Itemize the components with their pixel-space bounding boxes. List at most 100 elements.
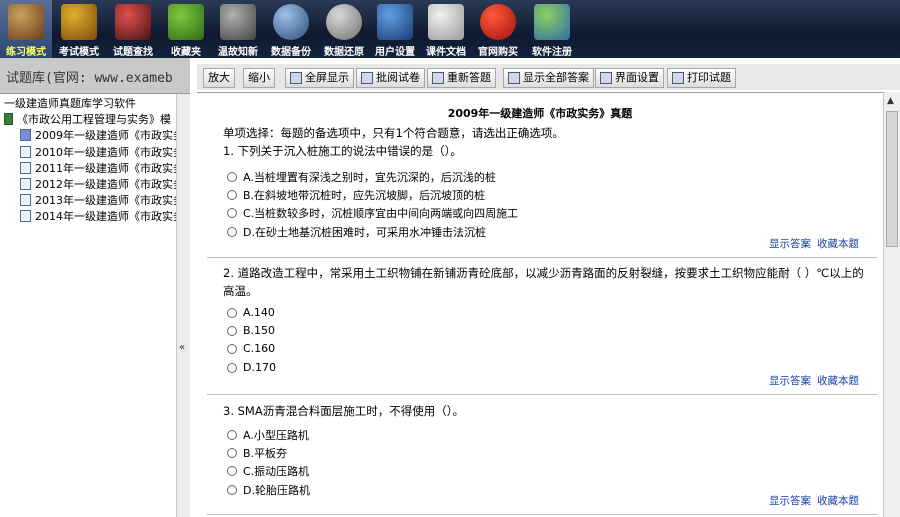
question-divider [207,394,877,395]
option-radio[interactable] [227,190,237,200]
restore-arrows-icon [326,4,362,40]
show-answer-link[interactable]: 显示答案 [769,375,811,387]
answer-option[interactable]: D.170 [227,361,276,374]
answer-option[interactable]: A.当桩埋置有深浅之别时，宜先沉深的，后沉浅的桩 [227,169,496,185]
exam-folder-icon [61,4,97,40]
scrollbar-thumb[interactable] [886,111,898,247]
question-bank-panel: 试题库(官网: www.exameb 一级建造师真题库学习软件《市政公用工程管理… [0,58,190,517]
toolbar-10-button[interactable]: 官网购买 [472,0,524,58]
document-icon [20,210,31,223]
option-radio[interactable] [227,362,237,373]
answer-option[interactable]: A.140 [227,306,275,319]
answer-option[interactable]: C.振动压路机 [227,463,309,479]
option-label: D.170 [243,361,276,374]
tree-item[interactable]: 2011年一级建造师《市政实务 [20,161,176,177]
fullscreen-icon [290,72,302,84]
toolbar-label: 软件注册 [532,47,572,58]
toolbar-11-button[interactable]: 软件注册 [524,0,580,58]
option-radio[interactable] [227,208,237,218]
toolbar-8-button[interactable]: 用户设置 [370,0,420,58]
show-answer-link[interactable]: 显示答案 [769,495,811,507]
favorite-question-link[interactable]: 收藏本题 [817,238,859,250]
question-text: 1. 下列关于沉入桩施工的说法中错误的是（）。 [223,144,462,158]
question-actions: 显示答案 收藏本题 [769,236,865,251]
exam-instructions: 单项选择：每题的备选项中，只有1个符合题意，请选出正确选项。 [223,126,564,140]
option-label: A.140 [243,306,275,319]
zoom-in-button[interactable]: 放大 [203,68,235,88]
option-radio[interactable] [227,485,237,495]
toolbar-5-button[interactable]: 温故知新 [212,0,264,58]
option-label: D.轮胎压路机 [243,484,310,497]
ui-settings-button[interactable]: 界面设置 [595,68,664,88]
question-text: 2. 道路改造工程中，常采用土工织物铺在新铺沥青砼底部，以减少沥青路面的反射裂缝… [223,266,864,280]
grade-icon [361,72,373,84]
tree-item[interactable]: 2014年一级建造师《市政实务 [20,209,176,225]
redo-answers-button[interactable]: 重新答题 [427,68,496,88]
show-answer-link[interactable]: 显示答案 [769,238,811,250]
tree-item[interactable]: 2012年一级建造师《市政实务 [20,177,176,193]
question-divider [207,514,877,515]
scroll-up-icon[interactable]: ▲ [887,96,894,106]
toolbar-4-button[interactable]: 收藏夹 [160,0,212,58]
option-radio[interactable] [227,466,237,476]
panel-splitter[interactable]: « [179,58,187,517]
question-text: 3. SMA沥青混合料面层施工时，不得使用（）。 [223,404,464,418]
favorite-question-link[interactable]: 收藏本题 [817,495,859,507]
grade-exam-button[interactable]: 批阅试卷 [356,68,425,88]
favorite-question-link[interactable]: 收藏本题 [817,375,859,387]
answer-option[interactable]: C.160 [227,342,275,355]
answer-option[interactable]: A.小型压路机 [227,427,309,443]
option-radio[interactable] [227,448,237,458]
tree-label: 2009年一级建造师《市政实务 [35,129,176,143]
show-all-answers-button[interactable]: 显示全部答案 [503,68,594,88]
toolbar-2-button[interactable]: 考试模式 [52,0,106,58]
tree-label: 一级建造师真题库学习软件 [4,97,136,110]
answer-option[interactable]: C.当桩数较多时，沉桩顺序宜由中间向两端或向四周施工 [227,205,518,221]
tree-item[interactable]: 2009年一级建造师《市政实务 [20,128,176,144]
toolbar-label: 用户设置 [375,47,415,58]
toolbar-3-button[interactable]: 试题查找 [106,0,160,58]
option-radio[interactable] [227,307,237,318]
option-radio[interactable] [227,325,237,336]
answer-option[interactable]: B.平板夯 [227,445,287,461]
option-radio[interactable] [227,227,237,237]
answer-option[interactable]: D.轮胎压路机 [227,482,310,498]
toolbar-label: 数据备份 [271,47,311,58]
question-bank-tree: 一级建造师真题库学习软件《市政公用工程管理与实务》模 2009年一级建造师《市政实… [2,94,176,517]
toolbar-9-button[interactable]: 课件文档 [420,0,472,58]
print-button[interactable]: 打印试题 [667,68,736,88]
answer-option[interactable]: B.150 [227,324,275,337]
toolbar-label: 试题查找 [113,47,153,58]
tree-item[interactable]: 2010年一级建造师《市政实务 [20,145,176,161]
toolbar-label: 考试模式 [59,47,99,58]
option-radio[interactable] [227,343,237,354]
option-label: A.当桩埋置有深浅之别时，宜先沉深的，后沉浅的桩 [243,171,496,184]
fullscreen-button[interactable]: 全屏显示 [285,68,354,88]
tree-book[interactable]: 《市政公用工程管理与实务》模 [4,112,171,128]
question-bank-header: 试题库(官网: www.exameb [0,58,190,94]
toolbar-label: 收藏夹 [171,47,201,58]
answer-option[interactable]: D.在砂土地基沉桩困难时，可采用水冲锤击法沉桩 [227,224,486,240]
toolbar-6-button[interactable]: 数据备份 [264,0,318,58]
print-icon [672,72,684,84]
question-actions: 显示答案 收藏本题 [769,493,865,508]
collapse-arrow-icon[interactable]: « [179,342,185,353]
magnifier-icon [115,4,151,40]
question-text-continued: 高温。 [223,284,258,298]
books-icon [8,4,44,40]
document-icon [20,161,31,174]
content-scrollbar[interactable]: ▲ [883,92,900,517]
zoom-out-button[interactable]: 缩小 [243,68,275,88]
redo-icon [432,72,444,84]
tree-root[interactable]: 一级建造师真题库学习软件 [4,96,136,112]
toolbar-1-button[interactable]: 练习模式 [0,0,52,58]
exam-content: 2009年一级建造师《市政实务》真题 单项选择：每题的备选项中，只有1个符合题意… [197,92,883,517]
option-radio[interactable] [227,430,237,440]
option-radio[interactable] [227,172,237,182]
option-label: B.在斜坡地带沉桩时，应先沉坡脚，后沉坡顶的桩 [243,189,486,202]
tree-item[interactable]: 2013年一级建造师《市政实务 [20,193,176,209]
tree-label: 2012年一级建造师《市政实务 [35,178,176,191]
toolbar-label: 练习模式 [6,47,46,58]
answer-option[interactable]: B.在斜坡地带沉桩时，应先沉坡脚，后沉坡顶的桩 [227,187,485,203]
toolbar-7-button[interactable]: 数据还原 [318,0,370,58]
